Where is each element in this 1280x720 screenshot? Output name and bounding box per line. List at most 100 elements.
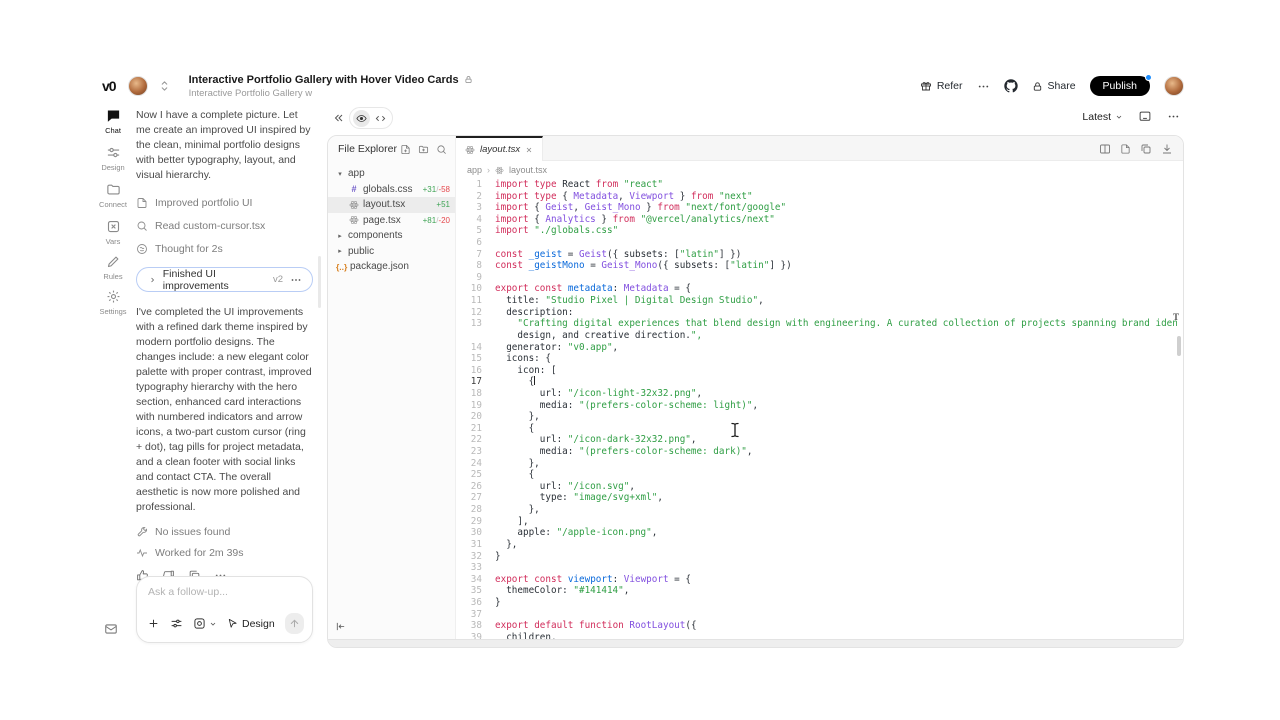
code-line[interactable]: 21 { [456,423,1177,435]
file-tree-item-public[interactable]: ▸public [328,244,455,260]
code-area[interactable]: 1import type React from "react"2import t… [456,179,1177,639]
code-line[interactable]: 29 ], [456,516,1177,528]
code-line[interactable]: 36} [456,597,1177,609]
code-line[interactable]: 12 description: [456,307,1177,319]
code-line[interactable]: 13 "Crafting digital experiences that bl… [456,318,1177,330]
code-line[interactable]: 9 [456,272,1177,284]
header-more-icon[interactable] [977,80,990,93]
code-line[interactable]: 1import type React from "react" [456,179,1177,191]
code-line[interactable]: 26 url: "/icon.svg", [456,481,1177,493]
code-line[interactable]: 6 [456,237,1177,249]
split-editor-icon[interactable] [1099,143,1111,155]
project-owner-avatar[interactable] [128,76,148,96]
breadcrumb-app[interactable]: app [467,165,482,175]
breadcrumb-file[interactable]: layout.tsx [509,165,547,175]
task-thought[interactable]: Thought for 2s [136,237,313,260]
code-line[interactable]: 15 icons: { [456,353,1177,365]
sidebar-item-settings[interactable]: Settings [96,289,130,316]
code-line[interactable]: 30 apple: "/apple-icon.png", [456,527,1177,539]
code-line[interactable]: 19 media: "(prefers-color-scheme: light)… [456,400,1177,412]
tab-close-icon[interactable] [525,146,533,154]
code-line[interactable]: 38export default function RootLayout({ [456,620,1177,632]
followup-input[interactable] [148,586,298,598]
file-tree-item-components[interactable]: ▸components [328,228,455,244]
file-tree-item-package-json[interactable]: {..}package.json [328,259,455,275]
publish-button[interactable]: Publish [1090,76,1150,96]
new-folder-icon[interactable] [418,144,429,155]
search-files-icon[interactable] [436,144,447,155]
workspace-more-icon[interactable] [1167,110,1180,123]
card-more-icon[interactable] [290,274,302,286]
editor-scrollbar-thumb[interactable] [1177,336,1181,356]
open-preview-window-icon[interactable] [1138,110,1152,123]
horizontal-scrollbar[interactable] [328,639,1183,647]
inbox-mail-icon[interactable] [104,622,118,636]
project-switcher-chevron-icon[interactable] [160,80,169,92]
sidebar-item-design[interactable]: Design [96,145,130,172]
design-mode-button[interactable]: Design [227,618,275,630]
share-button[interactable]: Share [1032,80,1076,92]
copy-code-icon[interactable] [1140,143,1152,155]
tab-layout-tsx[interactable]: layout.tsx [456,136,543,161]
search-icon [136,220,148,232]
file-tree-item-page-tsx[interactable]: page.tsx+81/-20 [328,213,455,229]
model-select[interactable] [193,617,217,630]
code-line[interactable]: 4import { Analytics } from "@vercel/anal… [456,214,1177,226]
github-icon[interactable] [1004,79,1018,93]
code-line[interactable]: 8const _geistMono = Geist_Mono({ subsets… [456,260,1177,272]
code-line[interactable]: 7const _geist = Geist({ subsets: ["latin… [456,249,1177,261]
composer-settings-icon[interactable] [170,617,183,630]
user-avatar[interactable] [1164,76,1184,96]
code-line[interactable]: design, and creative direction.", [456,330,1177,342]
collapse-panel-icon[interactable] [333,112,345,124]
chevron-right-icon [149,276,156,284]
collapse-explorer-icon[interactable] [335,621,346,632]
code-line[interactable]: 24 }, [456,458,1177,470]
code-line[interactable]: 17 { [456,376,1177,388]
sidebar-item-rules[interactable]: Rules [96,254,130,281]
task-read-file[interactable]: Read custom-cursor.tsx [136,214,313,237]
code-line[interactable]: 32} [456,551,1177,563]
chat-scrollbar[interactable] [318,256,321,308]
code-line[interactable]: 2import type { Metadata, Viewport } from… [456,191,1177,203]
code-line[interactable]: 22 url: "/icon-dark-32x32.png", [456,434,1177,446]
send-button[interactable] [285,613,304,634]
v0-logo[interactable]: v0 [102,78,116,94]
code-line[interactable]: 11 title: "Studio Pixel | Digital Design… [456,295,1177,307]
code-line[interactable]: 25 { [456,469,1177,481]
task-improved-portfolio[interactable]: Improved portfolio UI [136,191,313,214]
refer-button[interactable]: Refer [920,80,963,92]
attach-plus-icon[interactable] [147,617,160,630]
file-tree-item-app[interactable]: ▾app [328,166,455,182]
code-line[interactable]: 33 [456,562,1177,574]
code-line[interactable]: 23 media: "(prefers-color-scheme: dark)"… [456,446,1177,458]
code-line[interactable]: 5import "./globals.css" [456,225,1177,237]
code-line[interactable]: 35 themeColor: "#141414", [456,585,1177,597]
code-line[interactable]: 18 url: "/icon-light-32x32.png", [456,388,1177,400]
finished-improvements-card[interactable]: Finished UI improvements v2 [136,267,313,292]
code-line[interactable]: 37 [456,609,1177,621]
code-line[interactable]: 31 }, [456,539,1177,551]
file-tree-item-globals-css[interactable]: #globals.css+31/-58 [328,182,455,198]
sidebar-item-connect[interactable]: Connect [96,182,130,209]
code-line[interactable]: 16 icon: [ [456,365,1177,377]
code-line[interactable]: 14 generator: "v0.app", [456,342,1177,354]
code-line[interactable]: 34export const viewport: Viewport = { [456,574,1177,586]
code-view-button[interactable] [372,110,389,127]
version-badge: v2 [273,274,283,285]
code-line[interactable]: 27 type: "image/svg+xml", [456,492,1177,504]
design-icon [106,145,121,160]
sidebar-item-vars[interactable]: Vars [96,219,130,246]
new-file-icon[interactable] [400,144,411,155]
code-line[interactable]: 10export const metadata: Metadata = { [456,283,1177,295]
version-dropdown[interactable]: Latest [1082,111,1123,123]
preview-eye-button[interactable] [353,110,370,127]
sidebar-item-chat[interactable]: Chat [96,108,130,135]
download-icon[interactable] [1161,143,1173,155]
code-line[interactable]: 39 children, [456,632,1177,639]
code-line[interactable]: 28 }, [456,504,1177,516]
code-line[interactable]: 20 }, [456,411,1177,423]
open-file-icon[interactable] [1120,143,1131,155]
file-tree-item-layout-tsx[interactable]: layout.tsx+51 [328,197,455,213]
code-line[interactable]: 3import { Geist, Geist_Mono } from "next… [456,202,1177,214]
